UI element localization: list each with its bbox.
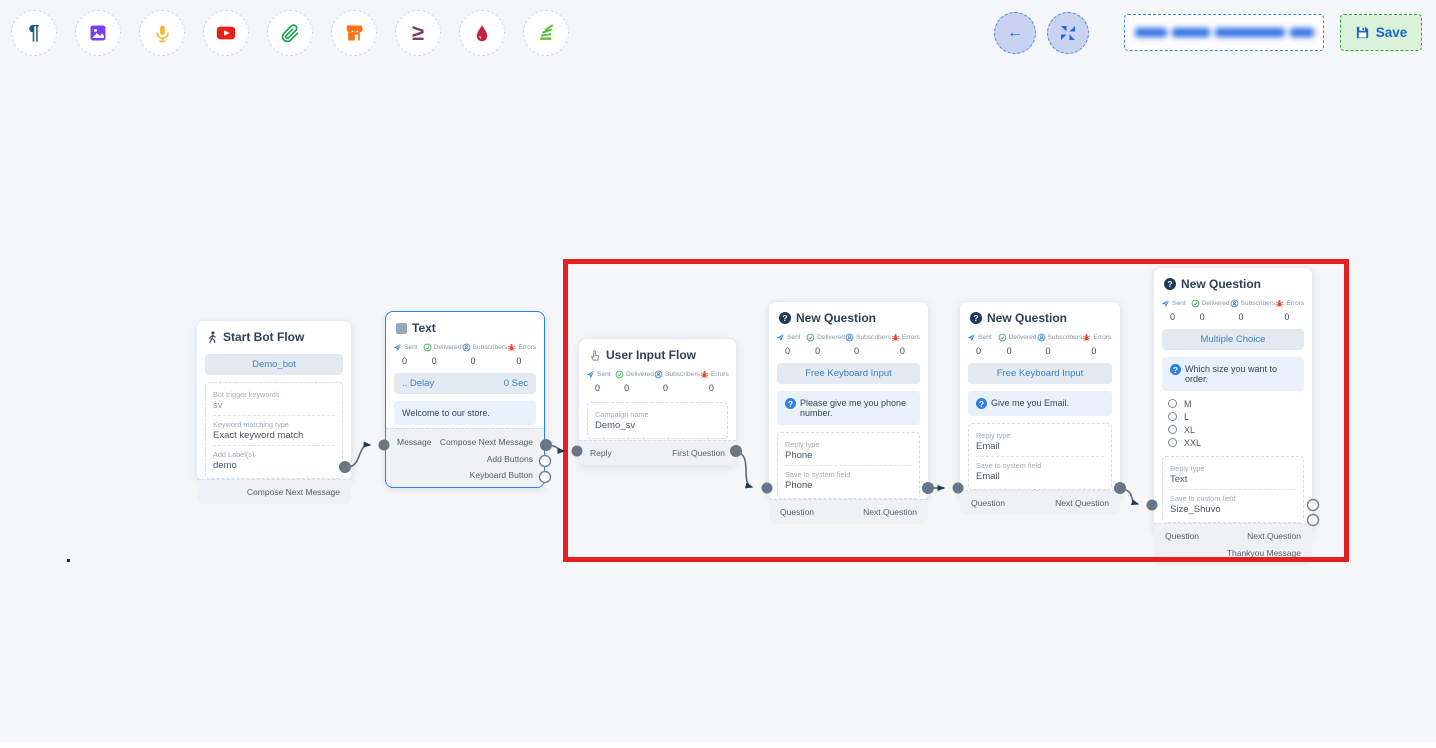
node-start-bot-flow[interactable]: Start Bot Flow Demo_bot Bot trigger keyw… [196,320,352,481]
youtube-icon [215,22,237,44]
port-label-keyboard-button: Keyboard Button [470,470,533,480]
back-arrow-icon: ← [1007,24,1023,42]
canvas-dot-artifact [67,559,70,562]
paperclip-icon [281,24,300,43]
node-title: Text [412,321,436,335]
port-label-add-buttons: Add Buttons [487,454,533,464]
blurred-flow-title [1135,28,1314,37]
stack-icon [537,24,556,43]
save-button[interactable]: Save [1340,14,1422,51]
subscribers-icon [462,343,471,352]
message-preview[interactable]: Welcome to our store. [394,401,536,425]
field-keyword-matching: Keyword matching type Exact keyword matc… [213,415,335,445]
flow-title-input[interactable] [1124,14,1324,51]
flow-canvas[interactable]: ¶ ≥ ← Save Start B [0,0,1436,748]
walking-person-icon [207,331,218,344]
node-title: Start Bot Flow [223,330,304,344]
save-floppy-icon [1355,25,1370,40]
port-label-message: Message [397,437,432,447]
toolbar-attachment-element-button[interactable] [267,10,313,56]
toolbar-video-element-button[interactable] [203,10,249,56]
highlight-rectangle [563,259,1349,562]
node-text[interactable]: Text Sent0 Delivered0 Subscribers0 Error… [385,311,545,488]
bot-name-field[interactable]: Demo_bot [205,354,343,375]
field-add-labels: Add Label(s) demo [213,445,335,475]
text-block-icon [396,323,407,334]
edge-text-to-user-input [546,445,564,451]
sent-icon [393,343,402,352]
port-label-compose-next-message: Compose Next Message [247,487,340,497]
greater-equal-icon: ≥ [412,20,424,46]
delivered-icon [423,343,432,352]
toolbar-drip-element-button[interactable] [459,10,505,56]
port-label-compose-next-message: Compose Next Message [440,437,533,447]
fit-view-button[interactable] [1047,12,1089,54]
compress-icon [1061,26,1075,40]
stats-row: Sent0 Delivered0 Subscribers0 Errors0 [386,340,544,368]
toolbar-text-element-button[interactable]: ¶ [11,10,57,56]
back-button[interactable]: ← [994,12,1036,54]
microphone-icon [153,24,172,43]
node-footer: Message Compose Next Message Add Buttons… [386,428,544,487]
droplet-icon [473,24,491,42]
toolbar-image-element-button[interactable] [75,10,121,56]
delay-label: .. Delay [402,378,434,389]
save-label: Save [1376,25,1408,40]
node-footer: Compose Next Message [197,479,351,504]
stat-subscribers: Subscribers0 [462,343,508,366]
delay-setting[interactable]: .. Delay 0 Sec [394,373,536,394]
toolbar-condition-element-button[interactable]: ≥ [395,10,441,56]
delay-value: 0 Sec [504,378,528,389]
toolbar-audio-element-button[interactable] [139,10,185,56]
field-trigger-keywords: Bot trigger keywords sv [213,386,335,415]
stat-errors: Errors0 [507,343,537,366]
pilcrow-icon: ¶ [28,22,39,45]
toolbar-ecommerce-element-button[interactable] [331,10,377,56]
storefront-icon [344,23,364,43]
bottom-scrollbar-track[interactable] [0,742,1436,748]
start-settings-fieldset[interactable]: Bot trigger keywords sv Keyword matching… [205,382,343,479]
stat-sent: Sent0 [393,343,423,366]
stat-delivered: Delivered0 [423,343,462,366]
image-icon [88,23,108,43]
toolbar-sequence-element-button[interactable] [523,10,569,56]
errors-icon [507,343,516,352]
